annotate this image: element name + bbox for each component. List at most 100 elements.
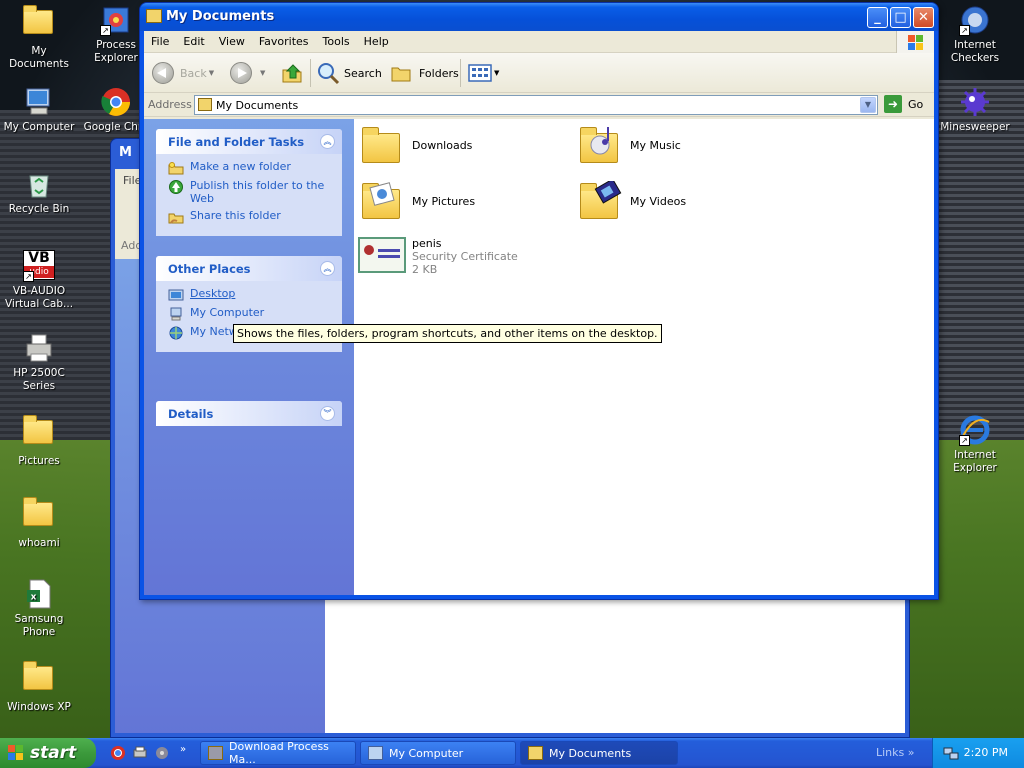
taskbar-button-my-computer[interactable]: My Computer xyxy=(360,741,516,765)
collapse-chevron-icon[interactable]: ︽ xyxy=(320,134,335,149)
details-header[interactable]: Details ︾ xyxy=(156,401,342,426)
network-icon xyxy=(169,326,183,340)
taskbar-button-my-documents[interactable]: My Documents xyxy=(520,741,678,765)
file-item-downloads[interactable]: Downloads xyxy=(360,125,472,165)
tools-quicklaunch-icon[interactable] xyxy=(154,745,170,761)
file-item-my-music[interactable]: My Music xyxy=(578,125,681,165)
taskbar-button-label: My Documents xyxy=(549,746,632,760)
address-field[interactable]: My Documents ▼ xyxy=(194,95,878,115)
go-button[interactable]: ➜ Go xyxy=(884,95,923,113)
views-button[interactable]: ▼ xyxy=(468,60,499,86)
folders-label: Folders xyxy=(419,66,459,80)
desktop-icon-internet-checkers[interactable]: ↗ Internet Checkers xyxy=(936,4,1014,65)
expand-chevron-icon[interactable]: ︾ xyxy=(320,406,335,421)
window-body: File and Folder Tasks ︽ Make a new folde… xyxy=(144,119,934,595)
menu-view[interactable]: View xyxy=(212,31,252,48)
title-bar[interactable]: My Documents _ □ ✕ xyxy=(140,3,938,31)
address-bar: Address My Documents ▼ ➜ Go xyxy=(144,93,934,117)
up-folder-button[interactable] xyxy=(280,60,304,86)
desktop-icon-label: HP 2500C Series xyxy=(13,367,65,392)
close-button[interactable]: ✕ xyxy=(913,7,934,28)
desktop-icon-whoami[interactable]: whoami xyxy=(0,496,78,550)
menu-bar: File Edit View Favorites Tools Help xyxy=(144,31,934,53)
desktop-icon-label: Internet Explorer xyxy=(953,449,997,474)
task-publish-to-web[interactable]: Publish this folder to the Web xyxy=(168,179,332,205)
start-button[interactable]: start xyxy=(0,738,96,768)
menu-tools[interactable]: Tools xyxy=(316,31,357,48)
svg-text:x: x xyxy=(31,593,37,603)
taskbar-button-label: My Computer xyxy=(389,746,464,760)
place-label: My Netw xyxy=(190,325,238,338)
address-dropdown-button[interactable]: ▼ xyxy=(860,97,876,113)
place-label: Desktop xyxy=(190,287,236,300)
search-label: Search xyxy=(344,66,382,80)
minimize-button[interactable]: _ xyxy=(867,7,888,28)
desktop-icon-hp-printer[interactable]: HP 2500C Series xyxy=(0,332,78,393)
my-documents-icon xyxy=(23,5,55,42)
place-desktop[interactable]: Desktop xyxy=(168,287,332,302)
desktop-icon-my-documents[interactable]: My Documents xyxy=(0,4,78,71)
desktop-icon-label: Windows XP xyxy=(7,701,71,713)
desktop-icon-minesweeper[interactable]: Minesweeper xyxy=(936,86,1014,134)
my-documents-window[interactable]: My Documents _ □ ✕ File Edit View Favorites… xyxy=(139,2,939,600)
other-places-header[interactable]: Other Places ︽ xyxy=(156,256,342,281)
chrome-quicklaunch-icon[interactable] xyxy=(110,745,126,761)
task-label: Share this folder xyxy=(190,209,281,222)
file-item-certificate[interactable]: penis Security Certificate 2 KB xyxy=(358,237,518,276)
desktop-icon-label: My Documents xyxy=(9,45,69,70)
desktop-icon-internet-explorer[interactable]: ↗ Internet Explorer xyxy=(936,414,1014,475)
vb-logo-text: VB xyxy=(28,250,50,266)
address-value: My Documents xyxy=(216,99,299,112)
collapse-chevron-icon[interactable]: ︽ xyxy=(320,261,335,276)
file-folder-tasks-header[interactable]: File and Folder Tasks ︽ xyxy=(156,129,342,154)
excel-file-icon: x xyxy=(23,578,55,610)
music-folder-icon xyxy=(578,125,622,165)
search-button[interactable]: Search xyxy=(316,60,382,86)
desktop-tooltip: Shows the files, folders, program shortc… xyxy=(233,324,662,343)
desktop-icon-label: Internet Checkers xyxy=(950,39,1000,64)
desktop-icon-samsung-phone[interactable]: x Samsung Phone xyxy=(0,578,78,639)
back-button[interactable]: Back ▼ xyxy=(152,60,214,86)
file-item-my-videos[interactable]: My Videos xyxy=(578,181,686,221)
maximize-button[interactable]: □ xyxy=(890,7,911,28)
place-my-computer[interactable]: My Computer xyxy=(168,306,332,321)
network-tray-icon[interactable] xyxy=(943,745,959,761)
minesweeper-icon xyxy=(959,86,991,118)
file-item-my-pictures[interactable]: My Pictures xyxy=(360,181,475,221)
desktop-icon xyxy=(168,289,184,301)
internet-explorer-icon: ↗ xyxy=(959,414,991,446)
task-pane: File and Folder Tasks ︽ Make a new folde… xyxy=(144,119,354,595)
toolbar: Back ▼ ▼ Search Folders ▼ xyxy=(144,53,934,93)
desktop-icon-label: Recycle Bin xyxy=(8,203,70,215)
printer-quicklaunch-icon[interactable] xyxy=(132,745,148,761)
desktop-icon-my-computer[interactable]: My Computer xyxy=(0,86,78,134)
desktop-icon-windows-xp[interactable]: Windows XP xyxy=(0,660,78,714)
menu-favorites[interactable]: Favorites xyxy=(252,31,316,48)
taskbar-button-process-explorer[interactable]: Download Process Ma... xyxy=(200,740,356,766)
file-size: 2 KB xyxy=(412,263,438,276)
quicklaunch-expand-icon[interactable]: » xyxy=(180,744,186,755)
new-folder-icon xyxy=(168,162,184,175)
menu-edit[interactable]: Edit xyxy=(176,31,211,48)
back-arrow-icon xyxy=(152,62,174,84)
links-toolbar[interactable]: Links » xyxy=(876,746,915,759)
clock[interactable]: 2:20 PM xyxy=(964,746,1008,759)
desktop-icon-pictures[interactable]: Pictures xyxy=(0,414,78,468)
menu-file[interactable]: File xyxy=(144,31,176,48)
desktop-icon-vb-audio[interactable]: VB udio ↗ VB-AUDIO Virtual Cab... xyxy=(0,250,78,311)
go-label: Go xyxy=(908,97,924,111)
forward-arrow-icon xyxy=(230,62,252,84)
window-client: File Edit View Favorites Tools Help Back ▼ ▼ xyxy=(144,31,934,595)
forward-button[interactable]: ▼ xyxy=(230,60,265,86)
address-label: Address xyxy=(148,98,192,111)
links-label: Links xyxy=(876,746,905,759)
desktop-icon-recycle-bin[interactable]: Recycle Bin xyxy=(0,168,78,216)
chevron-right-icon: » xyxy=(907,746,915,759)
task-make-new-folder[interactable]: Make a new folder xyxy=(168,160,332,175)
panel-title: File and Folder Tasks xyxy=(168,135,305,149)
task-share-folder[interactable]: Share this folder xyxy=(168,209,332,224)
menu-help[interactable]: Help xyxy=(357,31,396,48)
search-icon xyxy=(318,63,340,85)
folders-button[interactable]: Folders xyxy=(390,60,459,86)
process-explorer-icon: ↗ xyxy=(100,4,132,36)
